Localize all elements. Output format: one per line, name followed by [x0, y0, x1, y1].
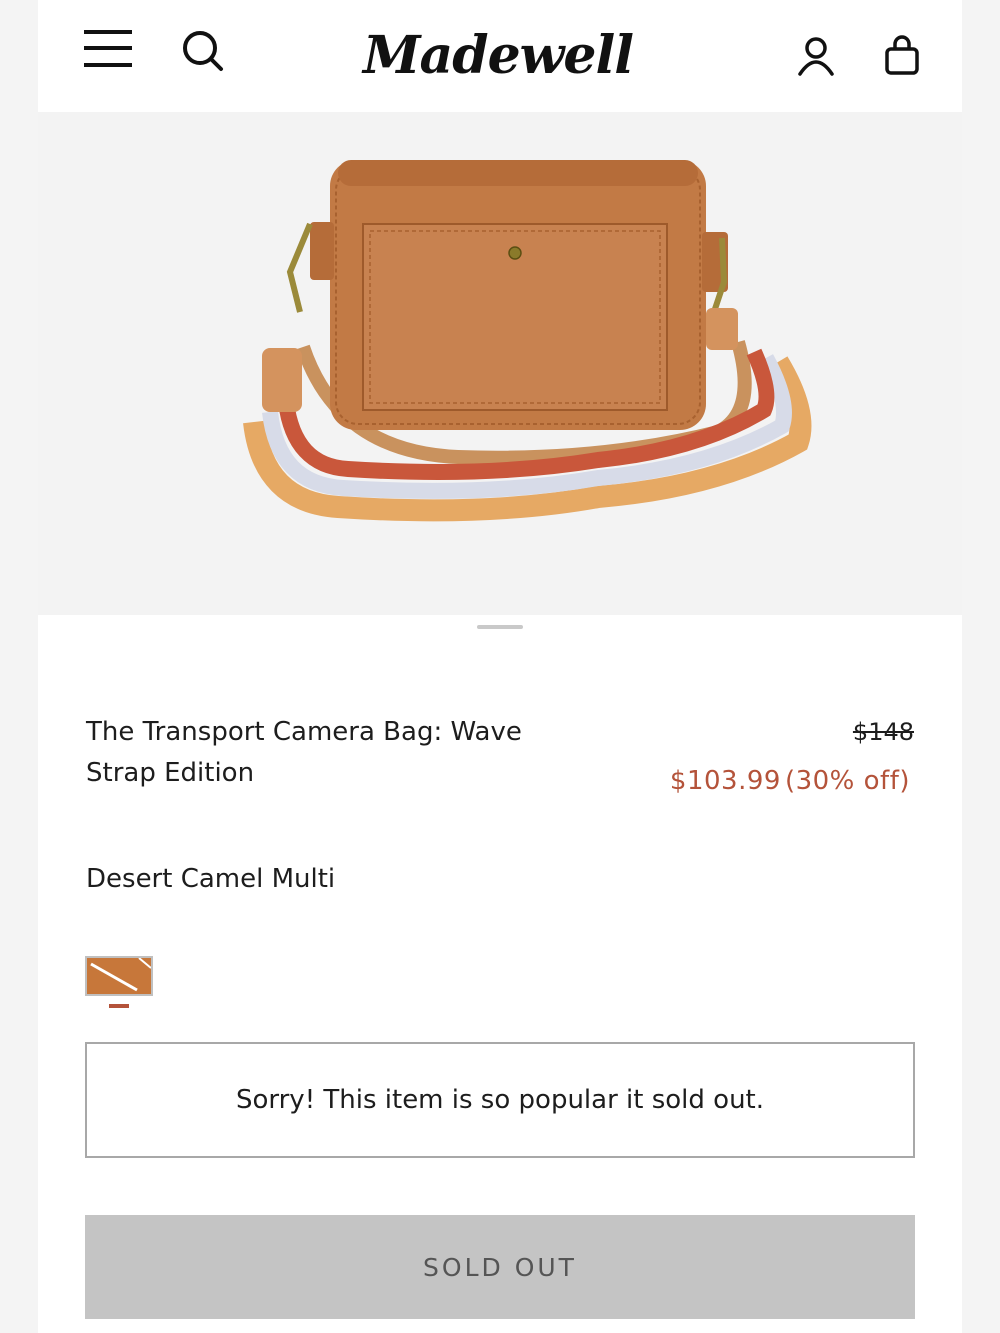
sold-out-button-label: SOLD OUT	[423, 1252, 577, 1282]
shopping-bag-icon[interactable]	[882, 34, 922, 76]
brand-logo[interactable]: Madewell	[348, 10, 648, 100]
menu-icon[interactable]	[84, 28, 134, 70]
sold-out-notice: Sorry! This item is so popular it sold o…	[85, 1042, 915, 1158]
sale-price: $103.99	[669, 766, 781, 796]
discount-label: (30% off)	[784, 766, 910, 796]
brand-name: Madewell	[362, 24, 634, 86]
site-header: Madewell	[38, 0, 962, 112]
selected-swatch-indicator	[109, 1004, 129, 1008]
sale-price-group: $103.99 (30% off)	[670, 766, 910, 796]
sold-out-message: Sorry! This item is so popular it sold o…	[235, 1085, 765, 1115]
account-icon[interactable]	[796, 36, 836, 76]
product-image[interactable]	[38, 112, 962, 615]
original-price: $148	[852, 718, 914, 746]
product-title: The Transport Camera Bag: Wave Strap Edi…	[86, 717, 522, 788]
color-name: Desert Camel Multi	[86, 864, 336, 894]
sold-out-button[interactable]: SOLD OUT	[85, 1215, 915, 1319]
color-swatch[interactable]	[85, 956, 153, 996]
image-pager[interactable]	[477, 625, 523, 629]
product-page: Madewell The Transport Camera Bag: Wave …	[38, 0, 962, 1333]
camera-bag-illustration	[243, 160, 812, 522]
search-icon[interactable]	[180, 28, 226, 74]
